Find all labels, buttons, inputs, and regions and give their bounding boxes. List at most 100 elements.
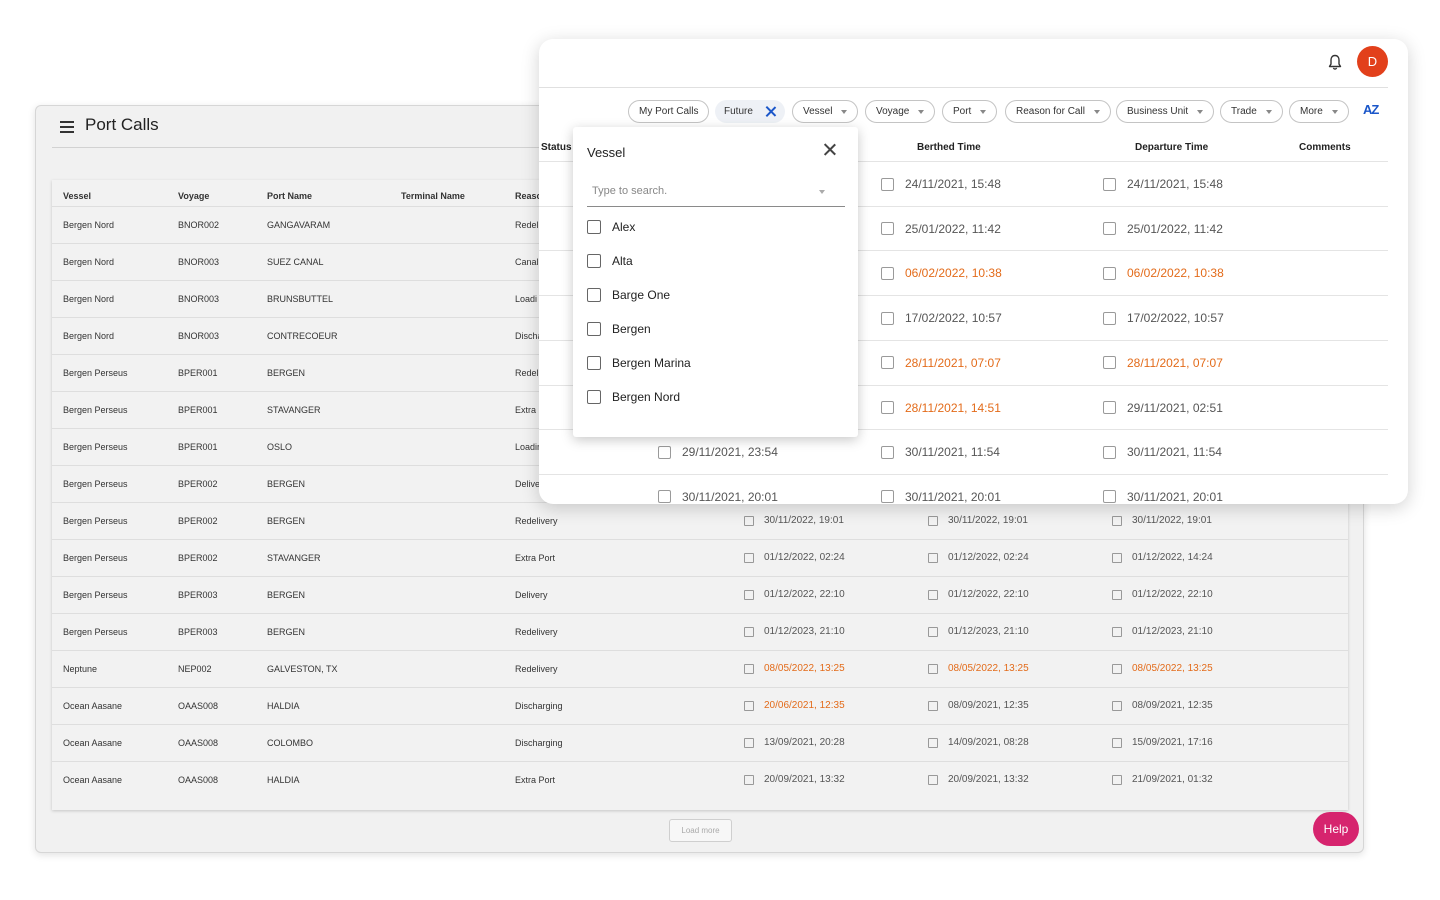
checkbox[interactable] [1103, 356, 1116, 370]
column-header-berthed-time[interactable]: Berthed Time [917, 142, 981, 153]
cell-port-name: BERGEN [267, 627, 306, 637]
checkbox[interactable] [881, 266, 894, 280]
column-header-comments[interactable]: Comments [1299, 142, 1351, 153]
checkbox[interactable] [1103, 222, 1116, 236]
checkbox[interactable] [1112, 774, 1122, 785]
checkbox[interactable] [928, 626, 938, 637]
date-cell: 30/11/2021, 20:01 [658, 490, 778, 504]
date-cell: 30/11/2021, 20:01 [881, 490, 1001, 504]
checkbox[interactable] [928, 515, 938, 526]
cell-voyage: OAAS008 [178, 738, 219, 748]
date-text: 08/09/2021, 12:35 [1132, 700, 1213, 711]
checkbox[interactable] [1103, 490, 1116, 504]
checkbox[interactable] [881, 311, 894, 325]
date-text: 01/12/2022, 22:10 [764, 589, 845, 600]
checkbox[interactable] [587, 288, 601, 302]
checkbox[interactable] [587, 390, 601, 404]
filter-chip-future[interactable]: Future [715, 100, 785, 123]
checkbox[interactable] [881, 356, 894, 370]
checkbox[interactable] [587, 322, 601, 336]
remove-filter-icon[interactable] [765, 106, 776, 117]
filter-chip-trade[interactable]: Trade [1220, 100, 1283, 123]
table-row[interactable]: Bergen Perseus BPER003 BERGEN Redelivery 01/… [52, 613, 1348, 650]
checkbox[interactable] [1112, 552, 1122, 563]
filter-chip-reason-for-call[interactable]: Reason for Call [1005, 100, 1111, 123]
column-header-reason[interactable]: Reaso [515, 191, 542, 201]
chevron-down-icon [819, 190, 825, 194]
checkbox[interactable] [1112, 663, 1122, 674]
column-header-departure-time[interactable]: Departure Time [1135, 142, 1208, 153]
checkbox[interactable] [587, 356, 601, 370]
checkbox[interactable] [928, 737, 938, 748]
hamburger-menu-icon[interactable] [60, 120, 74, 134]
table-row[interactable]: Bergen Perseus BPER002 STAVANGER Extra Port… [52, 539, 1348, 576]
checkbox[interactable] [1103, 401, 1116, 414]
checkbox[interactable] [744, 774, 754, 785]
column-header-voyage[interactable]: Voyage [178, 191, 209, 201]
checkbox[interactable] [928, 663, 938, 674]
table-row[interactable]: Ocean Aasane OAAS008 COLOMBO Discharging 13/… [52, 724, 1348, 761]
checkbox[interactable] [744, 626, 754, 637]
filter-chip-business-unit[interactable]: Business Unit [1116, 100, 1215, 123]
table-row[interactable]: Bergen Perseus BPER002 BERGEN Redelivery 30/… [52, 502, 1348, 539]
checkbox[interactable] [1112, 700, 1122, 711]
filter-chip-port[interactable]: Port [942, 100, 998, 123]
filter-chip-my-port-calls[interactable]: My Port Calls [628, 100, 710, 123]
column-header-terminal-name[interactable]: Terminal Name [401, 191, 465, 201]
checkbox[interactable] [1103, 445, 1116, 459]
vessel-option[interactable]: Alta [587, 251, 633, 271]
table-row[interactable]: Bergen Perseus BPER003 BERGEN Delivery 01/12… [52, 576, 1348, 613]
column-header-port-name[interactable]: Port Name [267, 191, 312, 201]
checkbox[interactable] [744, 737, 754, 748]
checkbox[interactable] [587, 220, 601, 234]
table-row[interactable]: Ocean Aasane OAAS008 HALDIA Discharging 20/0… [52, 687, 1348, 724]
filter-chip-voyage[interactable]: Voyage [865, 100, 936, 123]
user-avatar[interactable]: D [1357, 46, 1388, 77]
vessel-option[interactable]: Barge One [587, 285, 670, 305]
checkbox[interactable] [881, 445, 894, 459]
vessel-option[interactable]: Bergen Nord [587, 387, 680, 407]
table-row[interactable]: Ocean Aasane OAAS008 HALDIA Extra Port 20/09… [52, 761, 1348, 798]
checkbox[interactable] [744, 515, 754, 526]
checkbox[interactable] [881, 401, 894, 414]
checkbox[interactable] [744, 700, 754, 711]
checkbox[interactable] [1112, 626, 1122, 637]
checkbox[interactable] [881, 177, 894, 191]
help-button[interactable]: Help [1313, 812, 1359, 846]
checkbox[interactable] [928, 700, 938, 711]
checkbox[interactable] [928, 774, 938, 785]
checkbox[interactable] [881, 490, 894, 504]
checkbox[interactable] [1103, 311, 1116, 325]
checkbox[interactable] [1112, 737, 1122, 748]
notification-bell-icon[interactable] [1327, 54, 1343, 71]
checkbox[interactable] [744, 552, 754, 563]
checkbox[interactable] [1103, 177, 1116, 191]
checkbox[interactable] [658, 490, 671, 504]
load-more-button[interactable]: Load more [669, 819, 732, 842]
filter-chip-vessel[interactable]: Vessel [792, 100, 859, 123]
checkbox[interactable] [928, 552, 938, 563]
vessel-option[interactable]: Bergen [587, 319, 651, 339]
checkbox[interactable] [744, 589, 754, 600]
checkbox[interactable] [1103, 266, 1116, 280]
checkbox[interactable] [744, 663, 754, 674]
table-row[interactable]: 30/11/2021, 20:01 30/11/2021, 20:01 30/11/… [539, 473, 1388, 504]
checkbox[interactable] [928, 589, 938, 600]
filter-chip-more[interactable]: More [1289, 100, 1349, 123]
table-row[interactable]: Neptune NEP002 GALVESTON, TX Redelivery 08/0… [52, 650, 1348, 687]
vessel-option[interactable]: Alex [587, 217, 635, 237]
vessel-option[interactable]: Bergen Marina [587, 353, 691, 373]
date-text: 01/12/2022, 02:24 [948, 552, 1029, 563]
checkbox[interactable] [881, 222, 894, 236]
vessel-search-input[interactable] [587, 175, 845, 207]
checkbox[interactable] [658, 445, 671, 459]
column-header-vessel[interactable]: Vessel [63, 191, 91, 201]
checkbox[interactable] [587, 254, 601, 268]
filter-chip-label: Business Unit [1127, 106, 1189, 117]
close-icon[interactable] [823, 143, 836, 156]
sort-az-icon[interactable]: AZ [1363, 102, 1379, 117]
column-header-status[interactable]: Status [541, 142, 572, 153]
checkbox[interactable] [1112, 589, 1122, 600]
date-text: 21/09/2021, 01:32 [1132, 774, 1213, 785]
checkbox[interactable] [1112, 515, 1122, 526]
